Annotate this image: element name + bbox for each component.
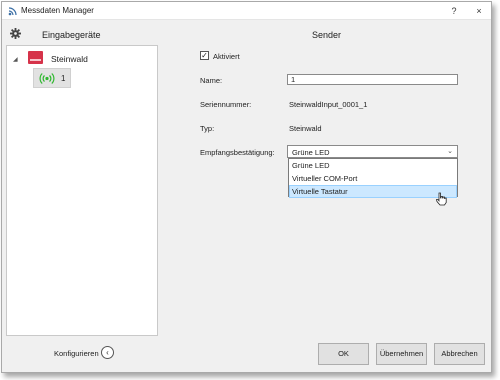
chevron-down-icon: ⌄ <box>447 148 453 155</box>
activated-label: Aktiviert <box>213 52 240 61</box>
name-label: Name: <box>200 76 223 85</box>
tree-expand-arrow-icon[interactable]: ◢ <box>13 56 18 63</box>
serial-value: SteinwaldInput_0001_1 <box>289 100 368 109</box>
type-value: Steinwald <box>289 124 322 133</box>
name-input[interactable] <box>287 74 458 85</box>
ack-label: Empfangsbestätigung: <box>200 148 275 157</box>
configure-label[interactable]: Konfigurieren <box>54 349 99 358</box>
serial-label: Seriennummer: <box>200 100 252 109</box>
devices-heading: Eingabegeräte <box>42 30 101 40</box>
tree-item-sender-label: 1 <box>61 74 66 83</box>
close-button[interactable]: × <box>472 5 486 17</box>
ack-dropdown-list: Grüne LED Virtueller COM-Port Virtuelle … <box>288 158 458 198</box>
main-window: Messdaten Manager ? × Eingabegeräte Send… <box>1 1 492 373</box>
sender-heading: Sender <box>312 30 342 40</box>
tree-item-sender-1[interactable]: 1 <box>33 68 71 88</box>
title-bar: Messdaten Manager ? × <box>2 2 491 20</box>
ack-option-green-led[interactable]: Grüne LED <box>289 159 457 172</box>
gear-icon[interactable] <box>10 28 21 39</box>
tree-item-steinwald[interactable]: Steinwald <box>51 54 88 64</box>
window-title: Messdaten Manager <box>21 6 94 15</box>
wireless-signal-icon <box>8 7 17 16</box>
ok-button[interactable]: OK <box>318 343 369 365</box>
device-tree: ◢ Steinwald 1 <box>6 45 158 336</box>
ack-option-virtual-com-port[interactable]: Virtueller COM-Port <box>289 172 457 185</box>
help-button[interactable]: ? <box>447 5 461 17</box>
cancel-button[interactable]: Abbrechen <box>434 343 485 365</box>
ack-selected-value: Grüne LED <box>292 148 330 157</box>
ack-option-virtual-keyboard[interactable]: Virtuelle Tastatur <box>289 185 457 198</box>
apply-button[interactable]: Übernehmen <box>376 343 427 365</box>
activated-checkbox[interactable]: ✓ <box>200 51 209 60</box>
ack-select[interactable]: Grüne LED ⌄ <box>287 145 458 158</box>
sender-signal-icon <box>39 73 55 84</box>
steinwald-device-icon <box>28 51 43 64</box>
hand-cursor-icon <box>435 192 447 206</box>
configure-chevron-left-icon[interactable]: ‹ <box>101 346 114 359</box>
type-label: Typ: <box>200 124 215 133</box>
